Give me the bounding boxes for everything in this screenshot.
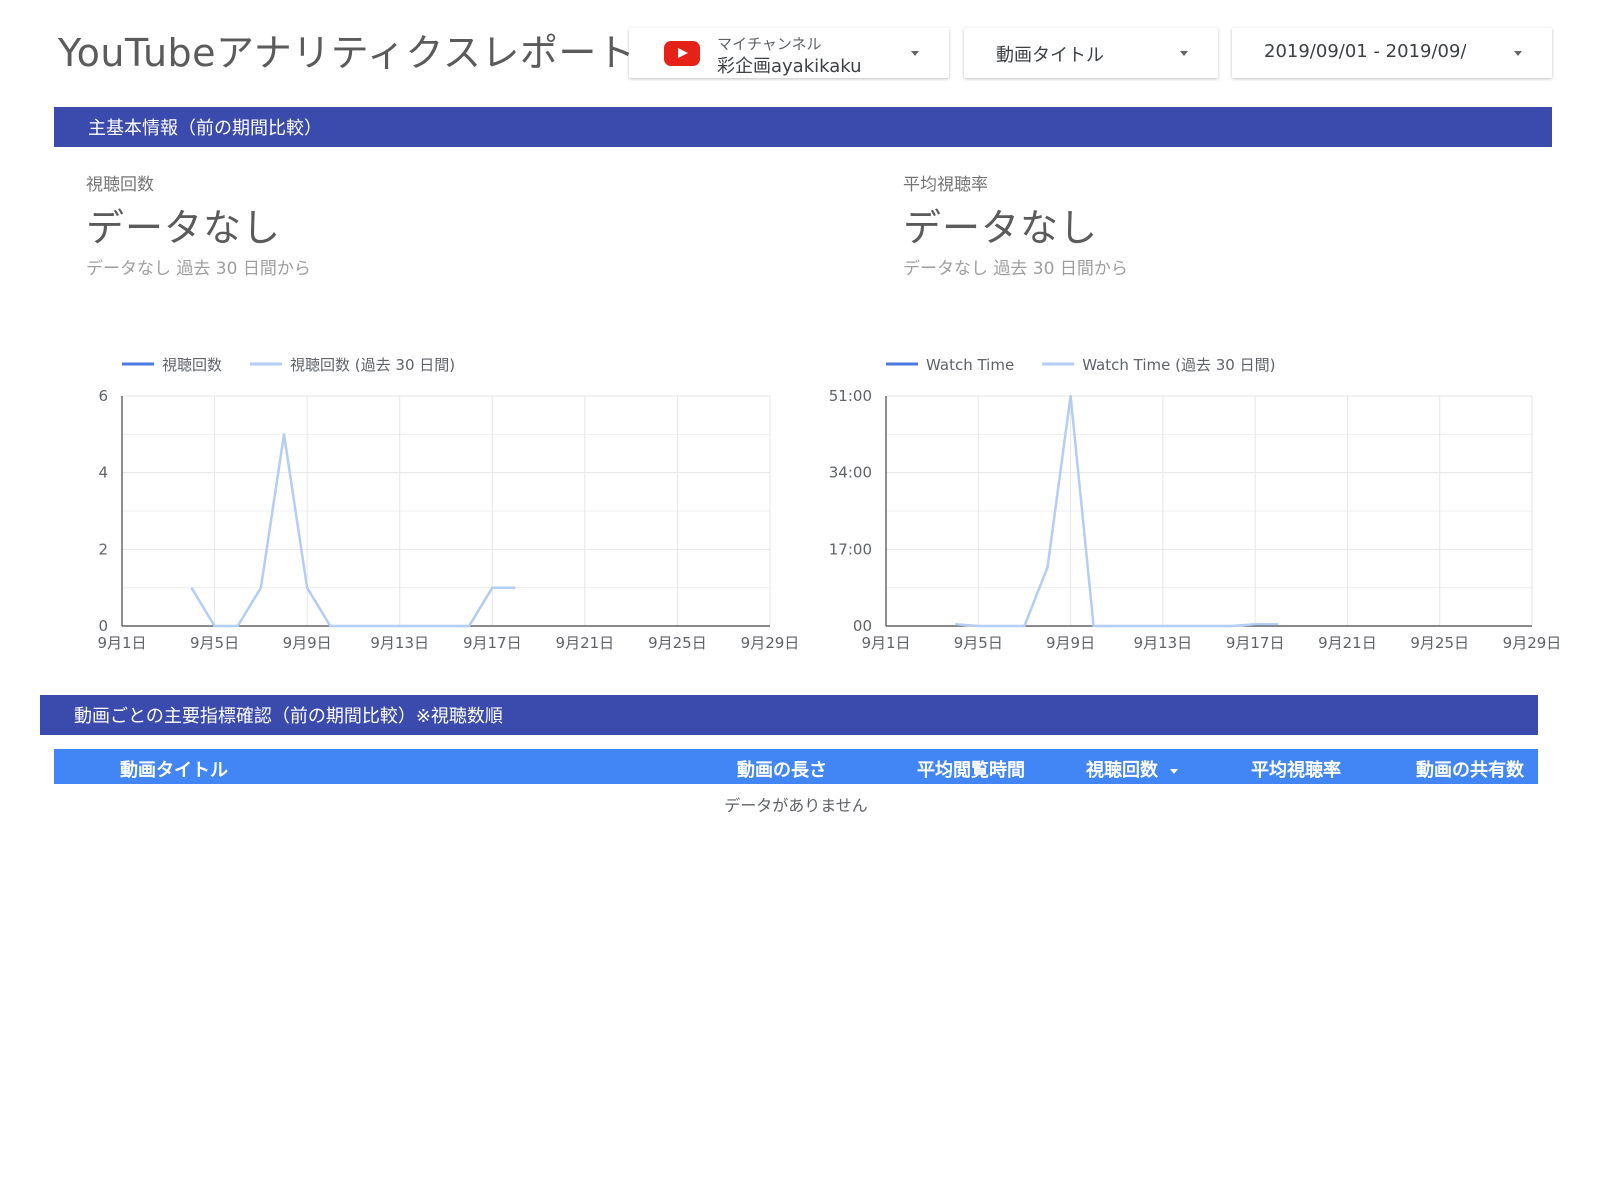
x-tick-label: 9月21日 [556,634,615,652]
y-tick-label: 2 [98,540,108,558]
sort-descending-icon [1170,768,1178,774]
x-tick-label: 9月9日 [283,634,332,652]
y-tick-label: 4 [98,464,108,482]
legend-label: 視聴回数 (過去 30 日間) [290,356,455,374]
x-tick-label: 9月29日 [1503,634,1562,652]
column-header-title[interactable]: 動画タイトル [120,756,228,782]
x-tick-label: 9月1日 [861,634,910,652]
column-header-shares[interactable]: 動画の共有数 [1416,756,1524,782]
channel-selector[interactable]: マイチャンネル 彩企画ayakikaku [629,28,949,78]
x-tick-label: 9月13日 [370,634,429,652]
y-tick-label: 00 [853,617,872,635]
video-table-header: 動画タイトル 動画の長さ 平均閲覧時間 視聴回数 平均視聴率 動画の共有数 [54,749,1538,784]
avg-rate-scorecard-compare: データなし 過去 30 日間から [903,259,1128,279]
column-header-avg-rate[interactable]: 平均視聴率 [1251,756,1341,782]
column-header-avg-view-time[interactable]: 平均閲覧時間 [917,756,1025,782]
legend-label: Watch Time (過去 30 日間) [1082,356,1275,374]
x-tick-label: 9月13日 [1134,634,1193,652]
report-title: YouTubeアナリティクスレポート [58,31,636,75]
summary-section-header: 主基本情報（前の期間比較） [54,107,1552,147]
column-header-views-label: 視聴回数 [1086,760,1158,781]
column-header-views[interactable]: 視聴回数 [1086,756,1178,782]
views-scorecard-compare: データなし 過去 30 日間から [86,259,311,279]
views-line-chart: 視聴回数 視聴回数 (過去 30 日間) 0 2 4 6 9月1日 9月5日 9月9日 9月13日… [80,340,800,660]
chevron-down-icon [1514,51,1522,56]
y-tick-label: 6 [98,387,108,405]
video-title-filter-value: 動画タイトル [996,45,1104,66]
views-scorecard: 視聴回数 データなし データなし 過去 30 日間から [86,170,586,279]
date-range-value: 2019/09/01 - 2019/09/30 [1264,41,1466,62]
watch-time-chart-svg: Watch Time Watch Time (過去 30 日間) 00 17:00 34… [829,356,1562,652]
x-tick-label: 9月25日 [1410,634,1469,652]
y-tick-label: 51:00 [829,387,872,405]
legend-label: 視聴回数 [162,356,222,374]
youtube-logo-icon [664,41,700,66]
views-scorecard-value: データなし [86,206,282,250]
views-scorecard-label: 視聴回数 [86,175,154,195]
x-tick-label: 9月1日 [97,634,146,652]
x-tick-label: 9月9日 [1046,634,1095,652]
watch-time-line-chart: Watch Time Watch Time (過去 30 日間) 00 17:00 34… [810,340,1562,660]
video-title-filter[interactable]: 動画タイトル [964,28,1218,78]
chevron-down-icon [1180,51,1188,56]
y-tick-label: 34:00 [829,464,872,482]
x-tick-label: 9月17日 [463,634,522,652]
table-empty-message: データがありません [724,796,868,815]
date-range-picker[interactable]: 2019/09/01 - 2019/09/30 [1232,28,1552,78]
column-header-length[interactable]: 動画の長さ [737,756,827,782]
y-tick-label: 0 [98,617,108,635]
per-video-section-header: 動画ごとの主要指標確認（前の期間比較）※視聴数順 [40,695,1538,735]
chevron-down-icon [911,51,919,56]
x-tick-label: 9月21日 [1318,634,1377,652]
legend-label: Watch Time [926,356,1014,374]
avg-rate-scorecard-label: 平均視聴率 [903,175,988,195]
y-tick-label: 17:00 [829,540,872,558]
channel-selector-label: マイチャンネル [717,35,822,53]
x-tick-label: 9月25日 [648,634,707,652]
x-tick-label: 9月29日 [741,634,800,652]
views-chart-svg: 視聴回数 視聴回数 (過去 30 日間) 0 2 4 6 9月1日 9月5日 9月9日 9月13日… [97,356,800,652]
series-line [190,433,516,628]
x-tick-label: 9月17日 [1226,634,1285,652]
channel-selector-value: 彩企画ayakikaku [717,56,862,77]
x-tick-label: 9月5日 [190,634,239,652]
avg-rate-scorecard: 平均視聴率 データなし データなし 過去 30 日間から [903,170,1403,279]
avg-rate-scorecard-value: データなし [903,206,1099,250]
x-tick-label: 9月5日 [954,634,1003,652]
